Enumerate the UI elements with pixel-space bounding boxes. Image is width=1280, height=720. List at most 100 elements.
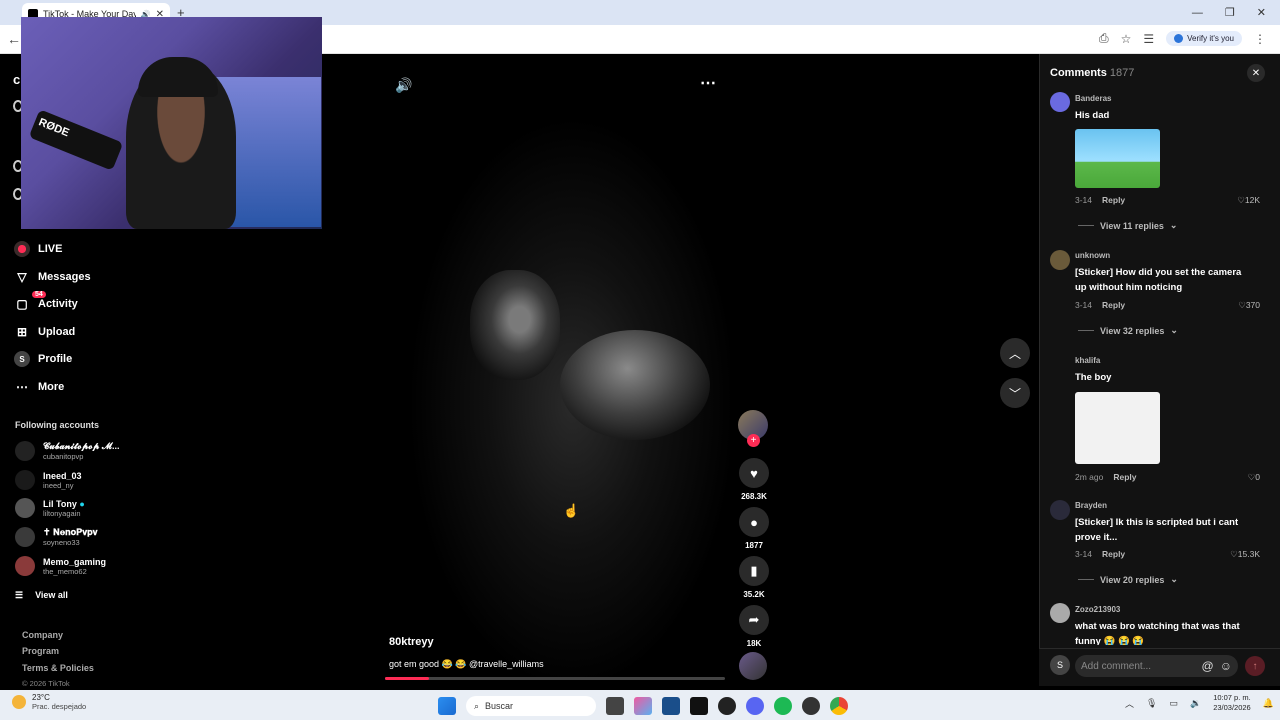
- heart-icon: ♥: [739, 458, 769, 488]
- weather-widget[interactable]: 23°C Prac. despejado: [12, 693, 86, 711]
- following-account[interactable]: ✝ 𝐍𝐞𝐧𝐨𝐏𝐯𝐩𝐯 soyneno33: [15, 527, 98, 547]
- comment-username[interactable]: Brayden: [1075, 501, 1107, 510]
- capcut-icon[interactable]: [690, 697, 708, 715]
- account-handle: the_memo62: [43, 566, 87, 576]
- avatar[interactable]: [1050, 603, 1070, 623]
- comment-username[interactable]: khalifa: [1075, 356, 1100, 365]
- account-name: Lil Tony ●: [43, 498, 85, 509]
- save-button[interactable]: ▮ 35.2K: [738, 556, 770, 599]
- windows-start-icon[interactable]: [438, 697, 456, 715]
- inbox-icon: ▢: [16, 297, 28, 311]
- notification-bell-icon[interactable]: 🔔: [1263, 698, 1274, 709]
- avatar: [15, 470, 35, 490]
- discord-icon[interactable]: [746, 697, 764, 715]
- avatar[interactable]: [1050, 500, 1070, 520]
- share-button[interactable]: ➦ 18K: [738, 605, 770, 648]
- footer-link-terms[interactable]: Terms & Policies: [22, 663, 94, 673]
- sidebar-item-upload[interactable]: ⊞ Upload: [14, 324, 75, 340]
- avatar: [15, 498, 35, 518]
- ellipsis-icon: ⋯: [16, 380, 28, 394]
- taskbar-search[interactable]: ⌕ Buscar: [466, 696, 596, 716]
- reply-button[interactable]: Reply: [1102, 300, 1125, 310]
- comment-input[interactable]: Add comment... @ ☺: [1075, 655, 1238, 677]
- chevron-down-icon: ⌄: [1170, 325, 1178, 335]
- reply-button[interactable]: Reply: [1102, 195, 1125, 205]
- sidebar-item-more[interactable]: ⋯ More: [14, 379, 64, 395]
- reply-button[interactable]: Reply: [1113, 472, 1136, 482]
- follow-plus-icon[interactable]: +: [747, 434, 760, 447]
- verify-button[interactable]: Verify it's you: [1166, 31, 1242, 46]
- view-replies-button[interactable]: View 20 replies ⌄: [1078, 574, 1178, 585]
- install-app-icon[interactable]: ⎙: [1099, 31, 1109, 46]
- sidebar-item-activity[interactable]: ▢ 54 Activity: [14, 291, 78, 312]
- comment-text: His dad: [1075, 110, 1110, 121]
- browser-menu-icon[interactable]: ⋮: [1254, 32, 1266, 46]
- clock[interactable]: 10:07 p. m. 23/03/2026: [1213, 693, 1251, 713]
- footer-link-program[interactable]: Program: [22, 646, 59, 656]
- app-icon[interactable]: [718, 697, 736, 715]
- store-icon[interactable]: [662, 697, 680, 715]
- comment-like[interactable]: ♡370: [1238, 300, 1260, 311]
- previous-video-button[interactable]: ︿: [1000, 338, 1030, 368]
- maximize-icon[interactable]: ❐: [1225, 6, 1235, 19]
- microphone-icon[interactable]: 🎙: [1146, 698, 1157, 709]
- volume-icon[interactable]: 🔊: [395, 77, 412, 94]
- comment-username[interactable]: Banderas: [1075, 94, 1111, 103]
- comment-like[interactable]: ♡12K: [1237, 195, 1260, 206]
- comment-username[interactable]: unknown: [1075, 251, 1110, 260]
- plus-square-icon: ⊞: [16, 325, 28, 339]
- sidebar-item-live[interactable]: LIVE: [14, 241, 62, 257]
- bookmark-star-icon[interactable]: ☆: [1121, 32, 1132, 46]
- comment-button[interactable]: ● 1877: [738, 507, 770, 550]
- video-author[interactable]: 80ktreyy: [389, 636, 434, 648]
- like-button[interactable]: ♥ 268.3K: [738, 458, 770, 501]
- next-video-button[interactable]: ﹀: [1000, 378, 1030, 408]
- send-comment-button[interactable]: ↑: [1245, 656, 1265, 676]
- task-view-icon[interactable]: [606, 697, 624, 715]
- following-account[interactable]: Memo_gaming the_memo62: [15, 556, 106, 576]
- emoji-icon[interactable]: ☺: [1220, 659, 1232, 673]
- obs-icon[interactable]: [802, 697, 820, 715]
- reply-button[interactable]: Reply: [1102, 549, 1125, 559]
- view-replies-button[interactable]: View 11 replies ⌄: [1078, 220, 1177, 231]
- comment-like[interactable]: ♡0: [1248, 472, 1260, 483]
- comment-username[interactable]: Zozo213903: [1075, 605, 1120, 614]
- view-all-link[interactable]: ☰ View all: [15, 590, 68, 601]
- tab-search-icon[interactable]: ☰: [1143, 32, 1154, 46]
- footer-link-company[interactable]: Company: [22, 630, 63, 640]
- paper-plane-icon: ▽: [17, 270, 27, 284]
- avatar[interactable]: [1050, 250, 1070, 270]
- clock-time: 10:07 p. m.: [1213, 693, 1251, 702]
- comment-like[interactable]: ♡15.3K: [1230, 549, 1260, 560]
- display-icon[interactable]: ▭: [1169, 698, 1178, 709]
- close-window-icon[interactable]: ✕: [1257, 6, 1266, 19]
- following-account[interactable]: 𝓒𝓾𝓫𝓪𝓷𝓲𝓽𝓸𝓹𝓸𝓹 𝓜... cubanitopvp: [15, 441, 119, 461]
- my-avatar: S: [1050, 655, 1070, 675]
- spotify-icon[interactable]: [774, 697, 792, 715]
- heart-outline-icon: ♡: [1237, 195, 1245, 205]
- following-account[interactable]: Ineed_03 ineed_ny: [15, 470, 82, 490]
- view-replies-button[interactable]: View 32 replies ⌄: [1078, 325, 1178, 336]
- video-progress-bar[interactable]: [385, 677, 725, 680]
- speaker-icon[interactable]: 🔉: [1190, 698, 1201, 709]
- sidebar-item-messages[interactable]: ▽ Messages: [14, 269, 90, 285]
- video-more-icon[interactable]: ⋯: [700, 73, 716, 93]
- following-account[interactable]: Lil Tony ● liltonyagain: [15, 498, 85, 518]
- progress-fill: [385, 677, 430, 680]
- weather-description: Prac. despejado: [32, 702, 87, 711]
- view-all-label: View all: [35, 590, 68, 600]
- avatar[interactable]: [1050, 92, 1070, 112]
- chevron-up-icon[interactable]: ︿: [1125, 697, 1134, 710]
- back-arrow-icon[interactable]: ←: [7, 31, 21, 47]
- list-icon: ☰: [15, 590, 24, 600]
- copilot-icon[interactable]: [634, 697, 652, 715]
- following-accounts-title: Following accounts: [15, 420, 100, 430]
- chrome-icon[interactable]: [830, 697, 848, 715]
- close-comments-button[interactable]: ✕: [1247, 64, 1265, 82]
- sidebar-item-profile[interactable]: S Profile: [14, 351, 72, 367]
- minimize-icon[interactable]: —: [1192, 7, 1203, 19]
- clock-date: 23/03/2026: [1213, 703, 1251, 712]
- system-tray: ︿ 🎙 ▭ 🔉 10:07 p. m. 23/03/2026 🔔: [1125, 693, 1274, 713]
- music-disc[interactable]: [739, 652, 767, 680]
- mention-icon[interactable]: @: [1202, 659, 1214, 673]
